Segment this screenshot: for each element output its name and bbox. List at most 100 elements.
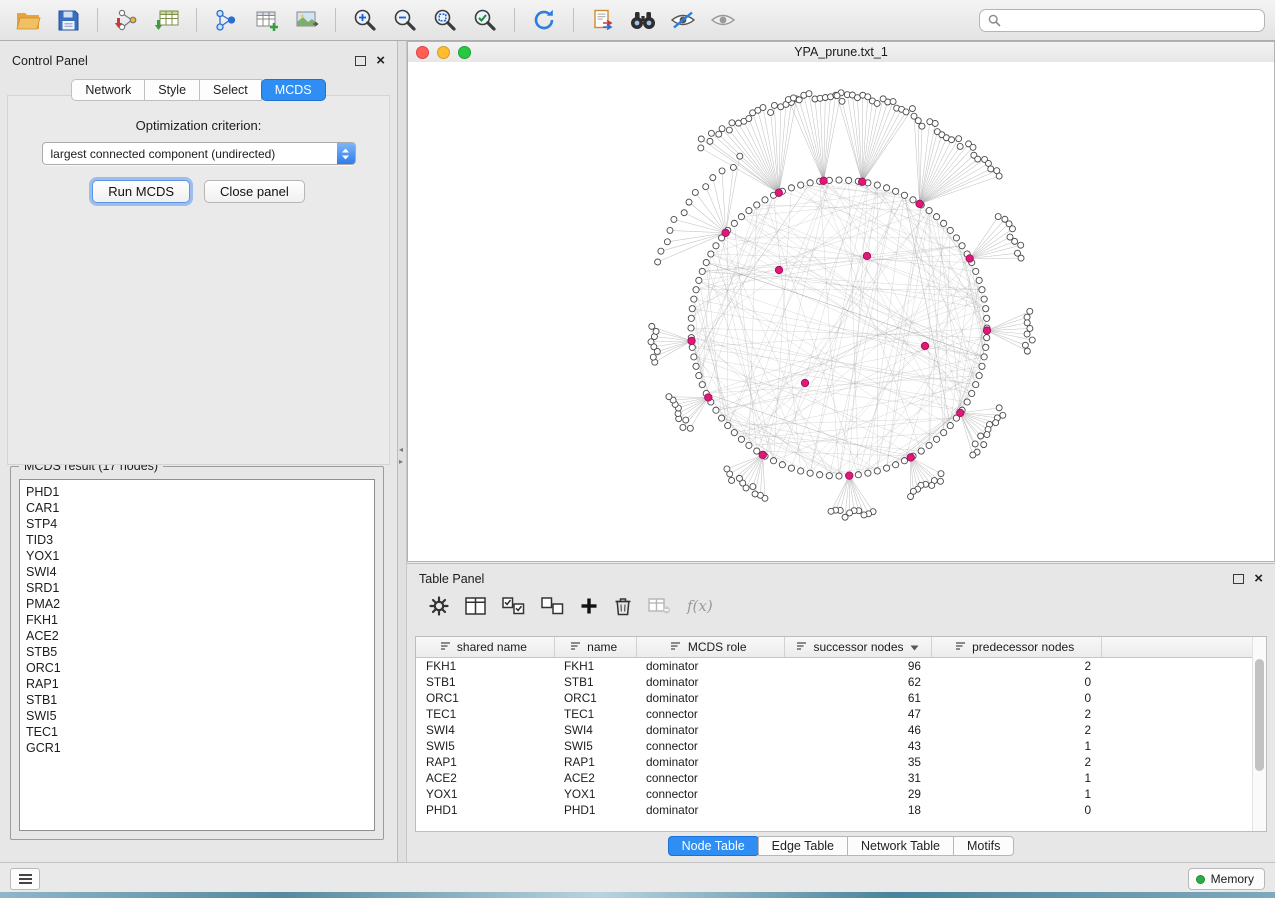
run-mcds-button[interactable]: Run MCDS <box>92 180 190 203</box>
add-column-button[interactable] <box>580 597 598 615</box>
table-cell: TEC1 <box>554 706 636 722</box>
close-panel-icon[interactable]: × <box>376 56 385 66</box>
column-label: shared name <box>457 640 527 654</box>
mcds-result-item[interactable]: TEC1 <box>26 724 374 740</box>
network-canvas[interactable] <box>408 62 1274 561</box>
zoom-selected-button[interactable] <box>467 4 503 36</box>
mcds-result-item[interactable]: TID3 <box>26 532 374 548</box>
select-all-rows-button[interactable] <box>502 597 525 615</box>
show-all-button[interactable] <box>705 4 741 36</box>
mcds-result-item[interactable]: GCR1 <box>26 740 374 756</box>
mcds-result-item[interactable]: STP4 <box>26 516 374 532</box>
table-row[interactable]: ORC1ORC1dominator610 <box>416 690 1253 706</box>
import-network-button[interactable] <box>109 4 145 36</box>
column-header-mcds-role[interactable]: MCDS role <box>636 637 784 658</box>
criterion-select[interactable]: largest connected component (undirected) <box>42 142 356 165</box>
mcds-result-item[interactable]: FKH1 <box>26 612 374 628</box>
column-header-predecessor-nodes[interactable]: predecessor nodes <box>931 637 1101 658</box>
mcds-result-item[interactable]: SRD1 <box>26 580 374 596</box>
node-table[interactable]: shared name name MCDS role successor nod… <box>415 636 1267 832</box>
column-header-name[interactable]: name <box>554 637 636 658</box>
mcds-result-item[interactable]: ACE2 <box>26 628 374 644</box>
tab-select[interactable]: Select <box>199 79 262 101</box>
mcds-result-item[interactable]: YOX1 <box>26 548 374 564</box>
refresh-layout-button[interactable] <box>526 4 562 36</box>
column-attribute-icon <box>440 641 451 651</box>
sort-chevron-icon <box>910 645 919 651</box>
collapse-right-icon[interactable]: ▸ <box>399 457 403 466</box>
table-row[interactable]: PHD1PHD1dominator180 <box>416 802 1253 818</box>
table-cell: FKH1 <box>554 658 636 675</box>
new-network-button[interactable] <box>208 4 244 36</box>
mcds-result-item[interactable]: CAR1 <box>26 500 374 516</box>
search-input[interactable] <box>1007 12 1256 28</box>
zoom-out-button[interactable] <box>387 4 423 36</box>
tab-network[interactable]: Network <box>71 79 145 101</box>
show-columns-button[interactable] <box>465 597 486 615</box>
column-label: successor nodes <box>813 640 903 654</box>
table-row[interactable]: RAP1RAP1dominator352 <box>416 754 1253 770</box>
new-network-icon <box>213 8 239 32</box>
network-window-titlebar[interactable]: YPA_prune.txt_1 <box>408 42 1274 63</box>
float-panel-icon[interactable] <box>355 56 366 66</box>
tab-style[interactable]: Style <box>144 79 200 101</box>
mcds-result-item[interactable]: STB5 <box>26 644 374 660</box>
table-cell: 61 <box>784 690 931 706</box>
save-session-button[interactable] <box>50 4 86 36</box>
table-cell <box>1101 738 1253 754</box>
deselect-all-rows-button[interactable] <box>541 597 564 615</box>
table-row[interactable]: STB1STB1dominator620 <box>416 674 1253 690</box>
zoom-out-icon <box>392 7 418 33</box>
table-row[interactable]: TEC1TEC1connector472 <box>416 706 1253 722</box>
memory-button[interactable]: Memory <box>1188 868 1265 890</box>
zoom-fit-button[interactable] <box>427 4 463 36</box>
table-row[interactable]: FKH1FKH1dominator962 <box>416 658 1253 675</box>
mcds-result-item[interactable]: PHD1 <box>26 484 374 500</box>
status-bar: Memory <box>0 862 1275 892</box>
search-network-button[interactable] <box>625 4 661 36</box>
mcds-result-item[interactable]: ORC1 <box>26 660 374 676</box>
open-session-button[interactable] <box>10 4 46 36</box>
zoom-in-button[interactable] <box>347 4 383 36</box>
mcds-result-item[interactable]: SWI4 <box>26 564 374 580</box>
table-row[interactable]: SWI4SWI4dominator462 <box>416 722 1253 738</box>
tab-edge-table[interactable]: Edge Table <box>758 836 848 856</box>
float-table-panel-icon[interactable] <box>1233 574 1244 584</box>
table-cell: 18 <box>784 802 931 818</box>
export-image-button[interactable] <box>288 4 324 36</box>
import-table-button[interactable] <box>149 4 185 36</box>
table-scrollbar-thumb[interactable] <box>1255 659 1264 771</box>
clone-network-button[interactable] <box>585 4 621 36</box>
new-table-button[interactable] <box>248 4 284 36</box>
close-panel-button[interactable]: Close panel <box>204 180 305 203</box>
zoom-fit-icon <box>432 7 458 33</box>
pane-divider-vertical[interactable]: ◂ ▸ <box>398 41 407 862</box>
mcds-result-item[interactable]: RAP1 <box>26 676 374 692</box>
mcds-result-item[interactable]: PMA2 <box>26 596 374 612</box>
tab-network-table[interactable]: Network Table <box>847 836 954 856</box>
table-row[interactable]: YOX1YOX1connector291 <box>416 786 1253 802</box>
column-label: name <box>587 640 617 654</box>
mcds-result-group: MCDS result (17 nodes) PHD1CAR1STP4TID3Y… <box>10 466 384 840</box>
table-panel-header: Table Panel × <box>407 564 1275 588</box>
tab-mcds[interactable]: MCDS <box>261 79 326 101</box>
delete-column-button[interactable] <box>614 596 632 616</box>
function-builder-button[interactable]: f(x) <box>687 597 713 615</box>
column-header-successor-nodes[interactable]: successor nodes <box>784 637 931 658</box>
table-scrollbar[interactable] <box>1252 637 1266 831</box>
close-table-panel-icon[interactable]: × <box>1254 574 1263 584</box>
table-row[interactable]: SWI5SWI5connector431 <box>416 738 1253 754</box>
tab-motifs[interactable]: Motifs <box>953 836 1014 856</box>
collapse-left-icon[interactable]: ◂ <box>399 445 403 454</box>
hide-selection-button[interactable] <box>665 4 701 36</box>
mcds-result-item[interactable]: SWI5 <box>26 708 374 724</box>
table-cell <box>1101 786 1253 802</box>
table-row[interactable]: ACE2ACE2connector311 <box>416 770 1253 786</box>
mcds-result-list[interactable]: PHD1CAR1STP4TID3YOX1SWI4SRD1PMA2FKH1ACE2… <box>19 479 375 831</box>
mcds-result-item[interactable]: STB1 <box>26 692 374 708</box>
table-settings-button[interactable] <box>429 596 449 616</box>
tab-node-table[interactable]: Node Table <box>668 836 759 856</box>
search-box[interactable] <box>979 9 1265 32</box>
show-panels-button[interactable] <box>10 868 40 890</box>
column-header-shared-name[interactable]: shared name <box>416 637 554 658</box>
